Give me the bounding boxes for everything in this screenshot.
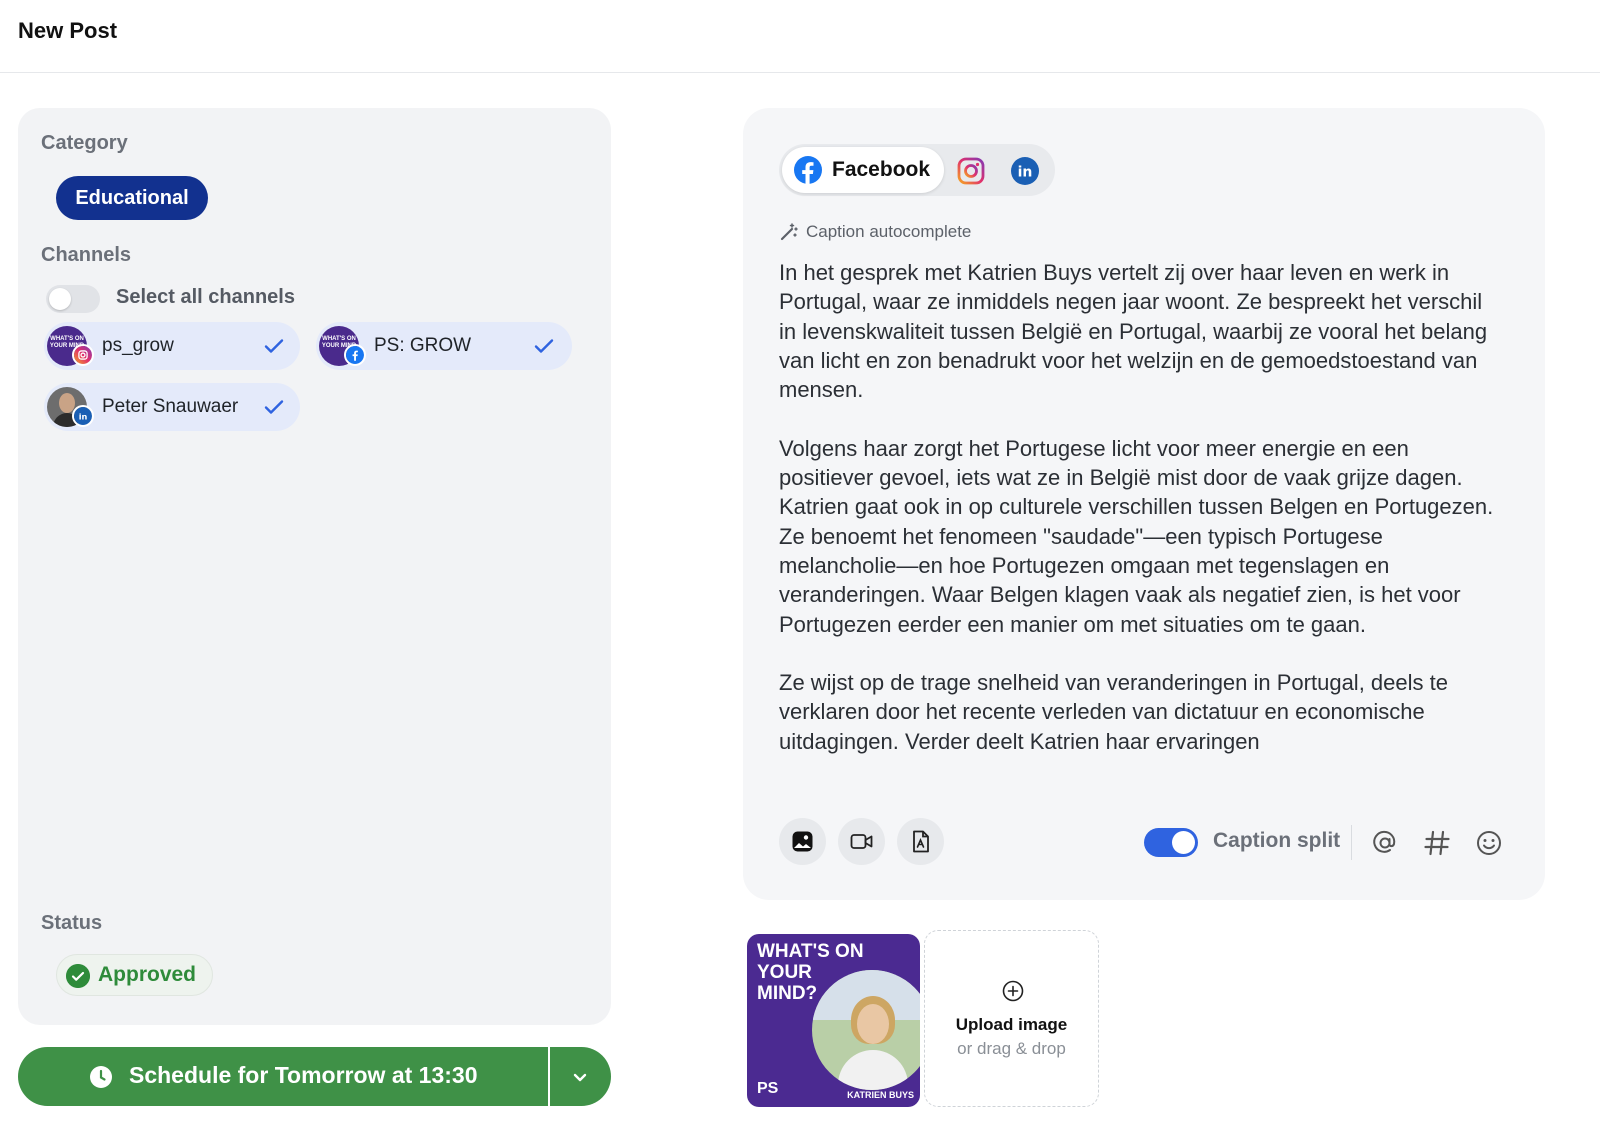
mention-icon[interactable] (1370, 828, 1400, 858)
caption-split-toggle[interactable] (1144, 828, 1198, 857)
channel-name: ps_grow (102, 335, 174, 356)
thumbnail-brand: PS (757, 1080, 779, 1097)
select-all-label: Select all channels (116, 286, 295, 308)
add-image-button[interactable] (779, 818, 826, 865)
page-title: New Post (18, 18, 118, 43)
thumbnail-person: KATRIEN BUYS (847, 1090, 914, 1100)
select-all-toggle[interactable] (46, 285, 100, 313)
channel-name: PS: GROW (374, 335, 472, 356)
upload-subtitle: or drag & drop (957, 1039, 1066, 1058)
status-label: Status (41, 912, 103, 934)
magic-wand-icon (780, 223, 798, 241)
channel-chip-ps-grow-facebook[interactable]: WHAT'S ON YOUR MIND PS: GROW (316, 322, 572, 370)
check-icon (264, 400, 284, 414)
tab-linkedin-icon[interactable]: in (1010, 156, 1040, 186)
image-icon (792, 831, 813, 852)
tab-facebook[interactable]: Facebook (782, 147, 944, 193)
channel-chip-ps-grow[interactable]: WHAT'S ON YOUR MIND ps_grow (44, 322, 300, 370)
facebook-badge-icon (344, 344, 366, 366)
plus-circle-icon (1002, 980, 1024, 1002)
clock-icon (90, 1066, 112, 1088)
check-icon (264, 339, 284, 353)
autocomplete-label: Caption autocomplete (806, 222, 972, 241)
video-icon (850, 834, 873, 849)
channel-name: Peter Snauwaer (102, 396, 239, 417)
schedule-button[interactable]: Schedule for Tomorrow at 13:30 (18, 1047, 548, 1106)
linkedin-badge-icon: in (72, 405, 94, 427)
category-label: Category (41, 132, 128, 154)
media-thumbnail[interactable]: WHAT'S ON YOUR MIND? PS KATRIEN BUYS (747, 934, 920, 1107)
upload-title: Upload image (955, 1015, 1068, 1034)
check-circle-icon (66, 964, 90, 988)
hashtag-icon[interactable] (1422, 828, 1452, 858)
chevron-down-icon (573, 1073, 587, 1082)
svg-text:in: in (1018, 165, 1033, 181)
emoji-icon[interactable] (1474, 828, 1504, 858)
thumbnail-headline: WHAT'S ON YOUR MIND? (757, 941, 864, 1004)
channel-chip-peter-snauwaer[interactable]: in Peter Snauwaer (44, 383, 300, 431)
status-value: Approved (98, 963, 197, 986)
instagram-badge-icon (72, 344, 94, 366)
toolbar-divider (1351, 825, 1352, 860)
caption-textarea[interactable]: In het gesprek met Katrien Buys vertelt … (779, 258, 1495, 796)
schedule-label: Schedule for Tomorrow at 13:30 (129, 1062, 478, 1088)
add-document-button[interactable] (897, 818, 944, 865)
facebook-icon (794, 156, 822, 184)
channels-label: Channels (41, 244, 132, 266)
tab-label: Facebook (832, 158, 931, 181)
top-bar: New Post (0, 0, 1600, 73)
category-chip-educational[interactable]: Educational (56, 176, 208, 220)
upload-image-dropzone[interactable]: Upload image or drag & drop (924, 930, 1099, 1107)
add-video-button[interactable] (838, 818, 885, 865)
document-icon (913, 830, 929, 853)
svg-text:in: in (79, 411, 88, 421)
schedule-options-button[interactable] (550, 1047, 611, 1106)
status-badge[interactable]: Approved (56, 954, 213, 996)
check-icon (534, 339, 554, 353)
caption-split-label: Caption split (1213, 829, 1341, 852)
tab-instagram-icon[interactable] (956, 156, 986, 186)
toggle-knob (1172, 831, 1195, 854)
toggle-knob (49, 288, 71, 310)
